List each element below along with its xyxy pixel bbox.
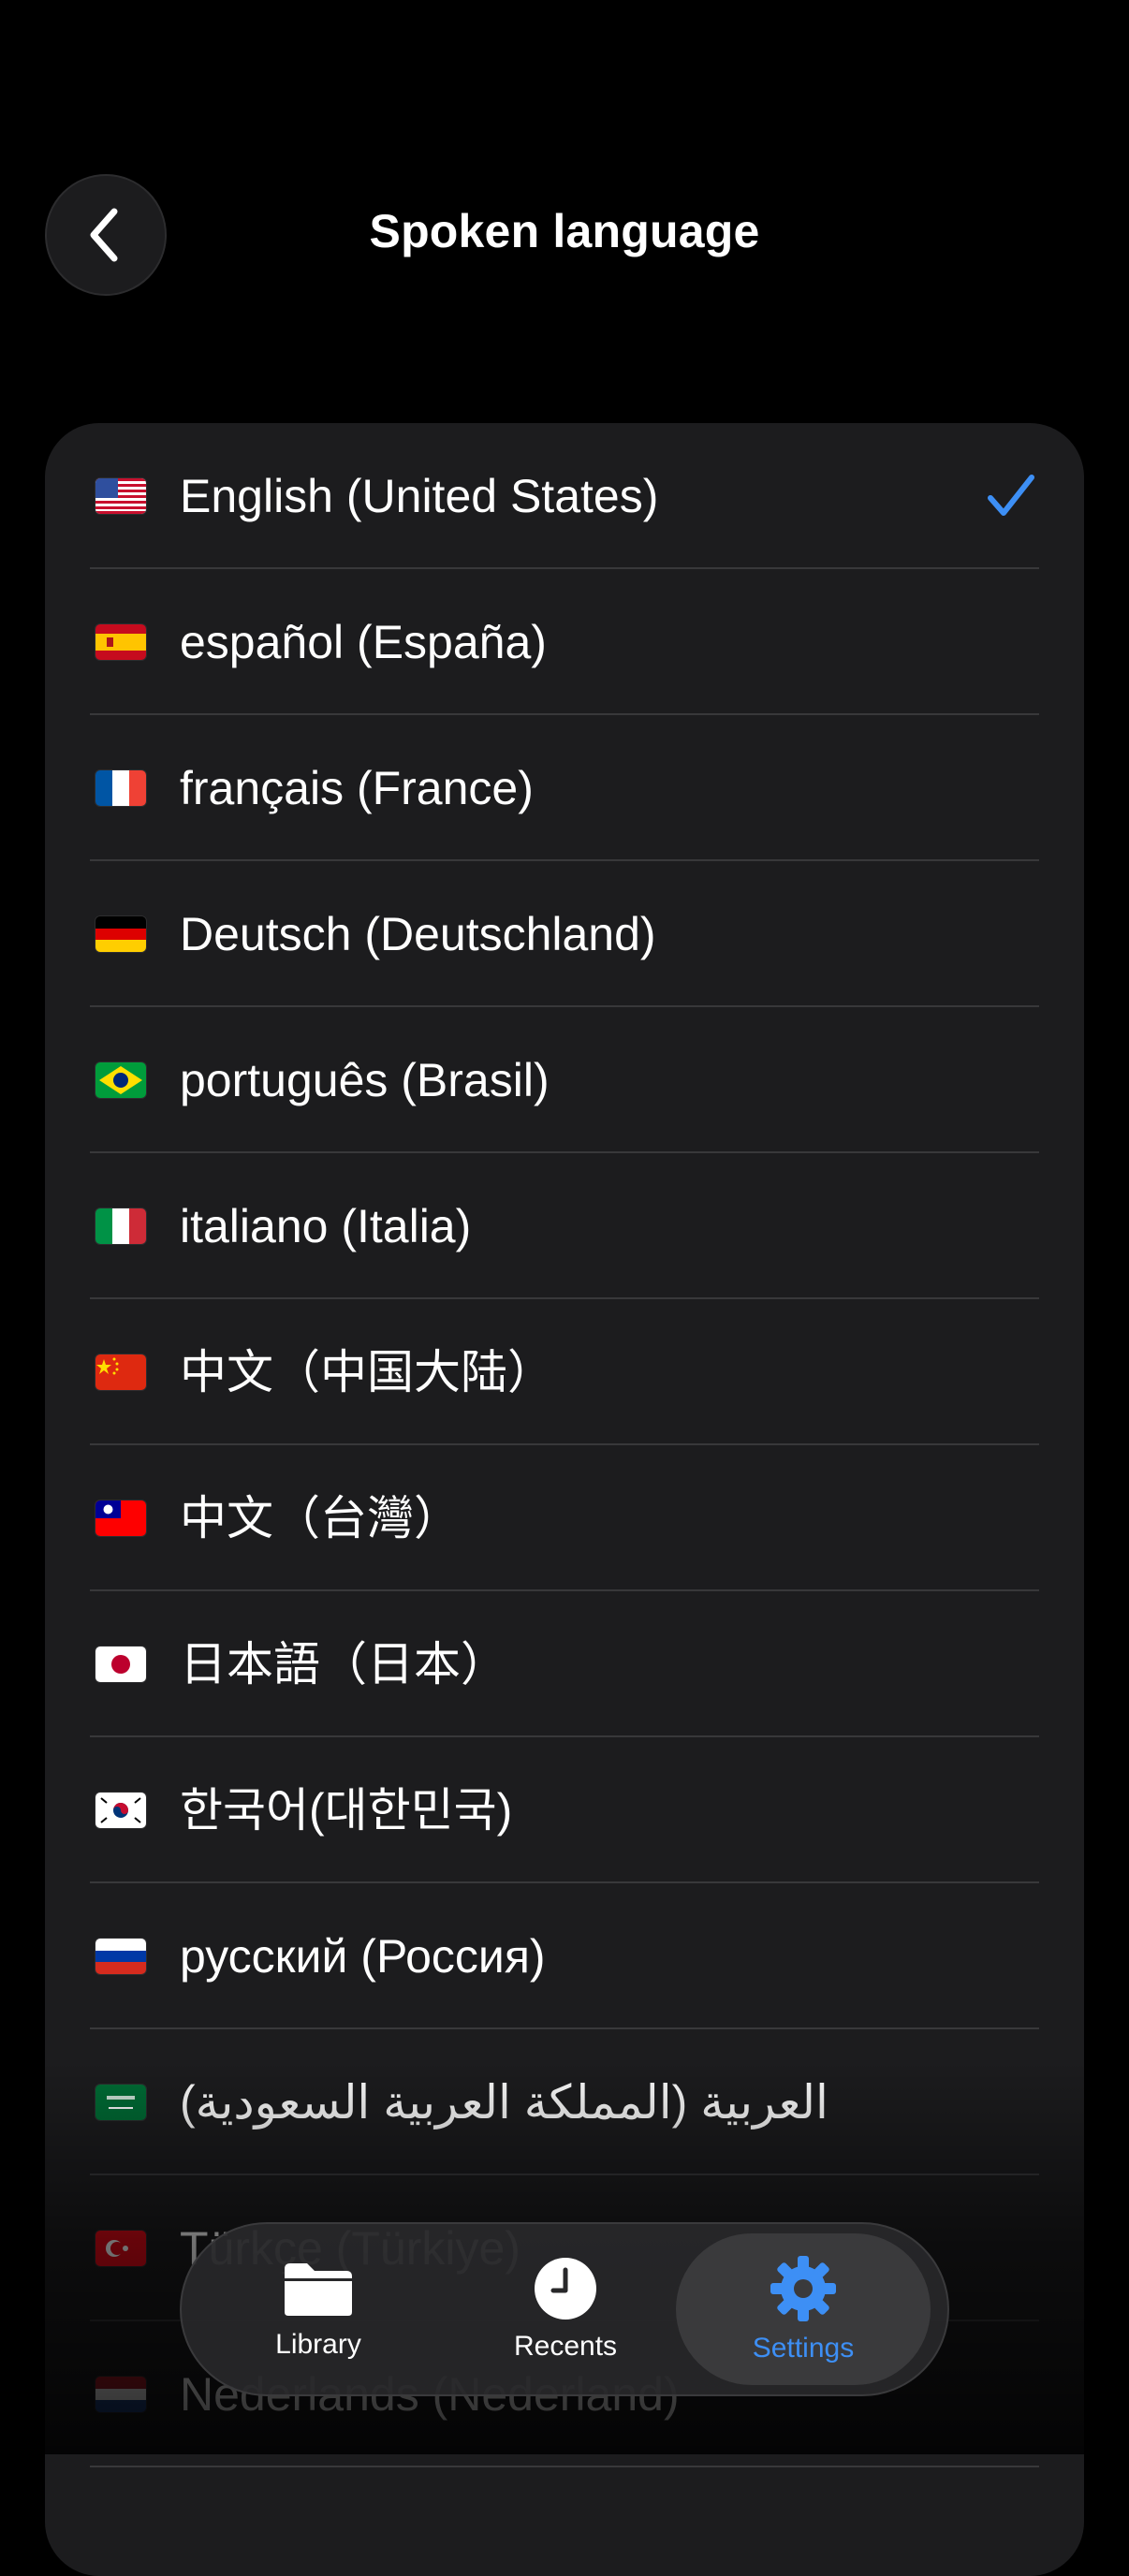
tab-library-label: Library <box>275 2329 361 2360</box>
us-flag-icon <box>95 478 146 514</box>
language-label: português (Brasil) <box>180 1054 550 1106</box>
language-row-ru[interactable]: русский (Россия) <box>45 1883 1084 2029</box>
divider <box>90 2466 1039 2467</box>
language-label: العربية (المملكة العربية السعودية) <box>180 2076 828 2129</box>
language-row-ja[interactable]: 日本語（日本） <box>45 1591 1084 1737</box>
language-label: français (France) <box>180 762 534 814</box>
checkmark-icon <box>988 475 1034 516</box>
language-row-en-us[interactable]: English (United States) <box>45 423 1084 569</box>
ru-flag-icon <box>95 1939 146 1974</box>
jp-flag-icon <box>95 1647 146 1682</box>
tab-recents[interactable]: Recents <box>438 2233 693 2385</box>
language-label: español (España) <box>180 616 547 668</box>
gear-icon <box>770 2256 836 2321</box>
es-flag-icon <box>95 624 146 660</box>
language-label: 中文（中国大陆） <box>180 1346 554 1398</box>
sa-flag-icon <box>95 2085 146 2120</box>
language-label: 한국어(대한민국) <box>180 1784 513 1837</box>
language-row-zh-tw[interactable]: 中文（台灣） <box>45 1445 1084 1591</box>
br-flag-icon <box>95 1062 146 1098</box>
de-flag-icon <box>95 916 146 952</box>
tab-settings-label: Settings <box>752 2333 855 2364</box>
fr-flag-icon <box>95 770 146 806</box>
language-label: Deutsch (Deutschland) <box>180 908 656 960</box>
cn-flag-icon <box>95 1354 146 1390</box>
language-row-ko[interactable]: 한국어(대한민국) <box>45 1737 1084 1883</box>
nl-flag-icon <box>95 2377 146 2412</box>
tw-flag-icon <box>95 1500 146 1536</box>
language-label: русский (Россия) <box>180 1930 546 1983</box>
tr-flag-icon <box>95 2231 146 2266</box>
page-title: Spoken language <box>369 205 760 257</box>
language-row-de[interactable]: Deutsch (Deutschland) <box>45 861 1084 1007</box>
language-label: English (United States) <box>180 470 659 522</box>
tab-recents-label: Recents <box>513 2331 618 2362</box>
kr-flag-icon <box>95 1793 146 1828</box>
tab-settings[interactable]: Settings <box>676 2233 931 2385</box>
it-flag-icon <box>95 1208 146 1244</box>
folder-icon <box>285 2263 352 2316</box>
language-row-it[interactable]: italiano (Italia) <box>45 1153 1084 1299</box>
tab-library[interactable]: Library <box>191 2233 446 2385</box>
language-row-pt-br[interactable]: português (Brasil) <box>45 1007 1084 1153</box>
clock-icon <box>535 2258 596 2320</box>
language-row-fr[interactable]: français (France) <box>45 715 1084 861</box>
language-label: italiano (Italia) <box>180 1200 472 1252</box>
language-row-ar[interactable]: العربية (المملكة العربية السعودية) <box>45 2029 1084 2175</box>
language-label: 日本語（日本） <box>180 1638 507 1690</box>
tab-bar: Library Recents Settings <box>180 2222 949 2396</box>
language-row-zh-cn[interactable]: 中文（中国大陆） <box>45 1299 1084 1445</box>
language-label: 中文（台灣） <box>180 1492 461 1544</box>
language-row-es[interactable]: español (España) <box>45 569 1084 715</box>
